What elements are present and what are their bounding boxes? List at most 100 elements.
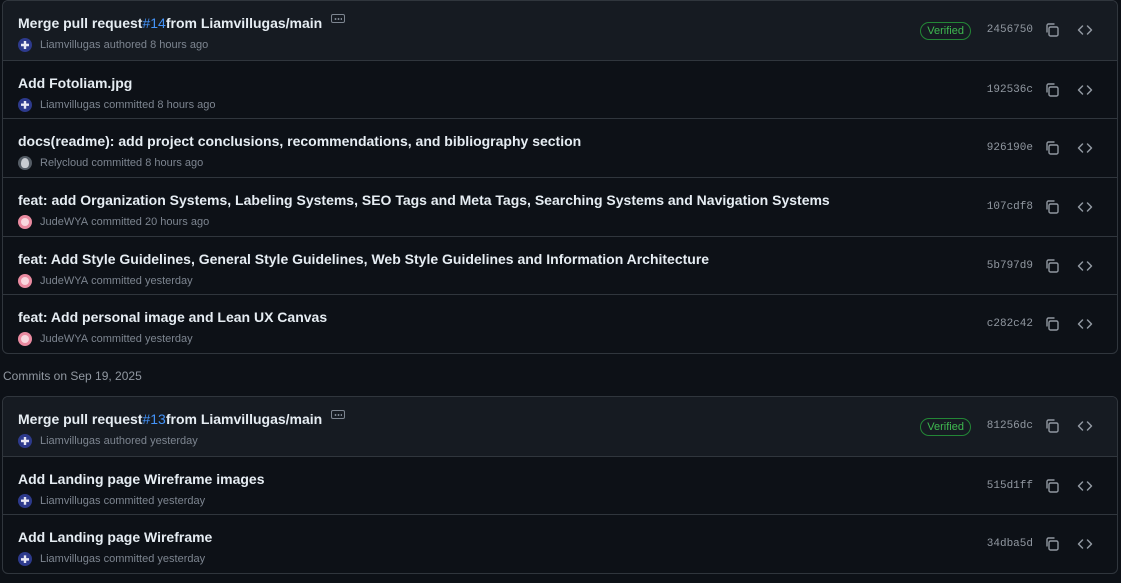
commit-title-prefix[interactable]: Merge pull request (18, 411, 142, 427)
copy-sha-button[interactable] (1042, 138, 1062, 158)
browse-code-button[interactable] (1075, 80, 1095, 100)
commit-time: yesterday (157, 553, 206, 566)
commit-title[interactable]: feat: add Organization Systems, Labeling… (18, 192, 830, 208)
commit-title[interactable]: Add Fotoliam.jpg (18, 75, 132, 91)
commit-sha[interactable]: 81256dc (987, 420, 1033, 432)
commit-title[interactable]: Add Landing page Wireframe (18, 529, 212, 545)
copy-sha-button[interactable] (1042, 20, 1062, 40)
commit-group: Merge pull request #13 from Liamvillugas… (2, 396, 1118, 575)
commit-action: authored (103, 39, 148, 51)
copy-sha-button[interactable] (1042, 314, 1062, 334)
code-icon (1077, 143, 1093, 154)
copy-sha-button[interactable] (1042, 80, 1062, 100)
avatar[interactable] (18, 215, 32, 230)
expand-description-button[interactable] (331, 409, 346, 419)
commit-row: Add Landing page Wireframe images Liamvi… (3, 455, 1117, 515)
code-icon (1077, 539, 1093, 550)
verified-badge[interactable]: Verified (920, 22, 971, 40)
author-link[interactable]: JudeWYA (40, 216, 88, 228)
commit-sha[interactable]: 107cdf8 (987, 201, 1033, 213)
commits-date-heading: Commits on Sep 19, 2025 (3, 369, 142, 383)
author-link[interactable]: Liamvillugas (40, 39, 101, 51)
author-link[interactable]: JudeWYA (40, 275, 88, 287)
pull-request-link[interactable]: #14 (142, 15, 165, 31)
browse-code-button[interactable] (1075, 138, 1095, 158)
browse-code-button[interactable] (1075, 20, 1095, 40)
copy-icon (1046, 537, 1059, 552)
browse-code-button[interactable] (1075, 197, 1095, 217)
commit-sha[interactable]: 5b797d9 (987, 260, 1033, 272)
commit-row: Add Landing page Wireframe Liamvillugas … (3, 514, 1117, 573)
avatar[interactable] (18, 493, 32, 508)
commit-title-suffix[interactable]: from Liamvillugas/main (166, 411, 322, 427)
verified-badge[interactable]: Verified (920, 418, 971, 436)
commit-meta: JudeWYA committed 20 hours ago (18, 215, 210, 230)
commit-action: committed (103, 98, 155, 111)
browse-code-button[interactable] (1075, 534, 1095, 554)
commit-meta: Liamvillugas authored 8 hours ago (18, 38, 208, 52)
commit-time: 20 hours ago (144, 216, 210, 229)
commit-title[interactable]: Merge pull request #13 from Liamvillugas… (18, 409, 346, 427)
commit-time: 8 hours ago (150, 39, 209, 51)
commit-sha[interactable]: 34dba5d (987, 538, 1033, 550)
browse-code-button[interactable] (1075, 314, 1095, 334)
copy-sha-button[interactable] (1042, 416, 1062, 436)
commit-sha[interactable]: 926190e (987, 142, 1033, 154)
copy-icon (1046, 259, 1059, 273)
commit-row: docs(readme): add project conclusions, r… (3, 118, 1117, 177)
commit-sha[interactable]: 192536c (987, 84, 1033, 96)
avatar[interactable] (18, 273, 32, 288)
author-link[interactable]: Liamvillugas (40, 435, 101, 447)
commit-title[interactable]: feat: Add Style Guidelines, General Styl… (18, 251, 709, 267)
copy-sha-button[interactable] (1042, 197, 1062, 217)
commit-time: yesterday (144, 333, 193, 346)
copy-icon (1046, 82, 1059, 97)
avatar[interactable] (18, 38, 32, 52)
code-icon (1077, 319, 1093, 330)
commit-meta: Relycloud committed 8 hours ago (18, 156, 204, 171)
copy-sha-button[interactable] (1042, 476, 1062, 496)
copy-sha-button[interactable] (1042, 256, 1062, 276)
commit-sha[interactable]: c282c42 (987, 318, 1033, 330)
commit-action: committed (103, 553, 155, 566)
commit-action: committed (91, 216, 142, 229)
commit-time: 8 hours ago (145, 157, 204, 170)
copy-sha-button[interactable] (1042, 534, 1062, 554)
commit-sha[interactable]: 2456750 (987, 24, 1033, 36)
commit-title-prefix[interactable]: Merge pull request (18, 15, 142, 31)
copy-icon (1046, 200, 1059, 214)
commit-group: Merge pull request #14 from Liamvillugas… (2, 0, 1118, 355)
commit-title-suffix[interactable]: from Liamvillugas/main (166, 15, 322, 31)
commit-title[interactable]: Add Landing page Wireframe images (18, 471, 264, 487)
avatar[interactable] (18, 434, 32, 448)
commit-action: committed (91, 157, 143, 170)
avatar[interactable] (18, 156, 32, 171)
avatar[interactable] (18, 332, 32, 347)
avatar[interactable] (18, 97, 32, 112)
browse-code-button[interactable] (1075, 256, 1095, 276)
commit-title[interactable]: Merge pull request #14 from Liamvillugas… (18, 13, 346, 31)
copy-icon (1046, 419, 1059, 433)
author-link[interactable]: Liamvillugas (40, 495, 101, 507)
author-link[interactable]: Liamvillugas (40, 553, 101, 565)
copy-icon (1046, 141, 1059, 156)
commit-title[interactable]: docs(readme): add project conclusions, r… (18, 133, 581, 149)
code-icon (1077, 25, 1093, 35)
commit-sha[interactable]: 515d1ff (987, 480, 1033, 492)
copy-icon (1046, 23, 1059, 37)
code-icon (1077, 84, 1093, 95)
commit-title[interactable]: feat: Add personal image and Lean UX Can… (18, 309, 327, 325)
commit-row: feat: add Organization Systems, Labeling… (3, 177, 1117, 236)
expand-description-button[interactable] (331, 13, 346, 23)
browse-code-button[interactable] (1075, 416, 1095, 436)
author-link[interactable]: JudeWYA (40, 333, 88, 345)
commit-meta: Liamvillugas committed 8 hours ago (18, 97, 216, 112)
author-link[interactable]: Liamvillugas (40, 99, 101, 111)
author-link[interactable]: Relycloud (40, 157, 88, 169)
avatar[interactable] (18, 552, 32, 567)
browse-code-button[interactable] (1075, 476, 1095, 496)
commit-action: authored (103, 435, 148, 447)
copy-icon (1046, 317, 1059, 332)
commit-time: 8 hours ago (157, 98, 216, 111)
pull-request-link[interactable]: #13 (142, 411, 165, 427)
